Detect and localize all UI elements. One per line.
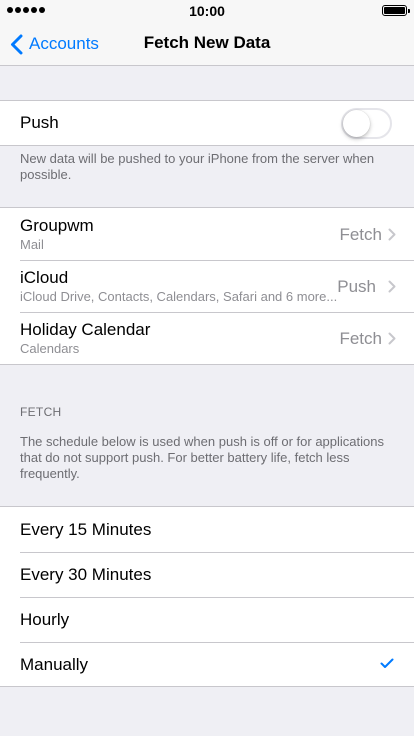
chevron-right-icon (388, 332, 396, 345)
account-row-holiday-calendar[interactable]: Holiday Calendar Calendars Fetch (0, 312, 414, 364)
fetch-option-hourly[interactable]: Hourly (0, 597, 414, 642)
chevron-right-icon (388, 280, 396, 293)
checkmark-icon (380, 658, 394, 668)
status-bar: 10:00 (0, 0, 414, 22)
chevron-left-icon (11, 34, 23, 54)
push-label: Push (20, 113, 59, 132)
account-name: iCloud (20, 268, 69, 287)
fetch-option-label: Every 30 Minutes (20, 565, 152, 584)
account-mode: Push (337, 277, 376, 296)
chevron-right-icon (388, 228, 396, 241)
fetch-header: FETCH (20, 405, 62, 419)
back-button[interactable]: Accounts (10, 22, 99, 66)
account-mode: Fetch (339, 329, 382, 348)
fetch-option-label: Hourly (20, 610, 70, 629)
fetch-options-group: Every 15 Minutes Every 30 Minutes Hourly… (0, 506, 414, 687)
navigation-bar: Accounts Fetch New Data (0, 22, 414, 66)
account-row-groupwm[interactable]: Groupwm Mail Fetch (0, 208, 414, 260)
accounts-group: Groupwm Mail Fetch iCloud Push iCloud Dr… (0, 207, 414, 365)
push-group: Push (0, 100, 414, 146)
account-mode: Fetch (339, 225, 382, 244)
fetch-option-label: Manually (20, 655, 89, 674)
push-toggle-knob (343, 110, 370, 137)
push-footer: New data will be pushed to your iPhone f… (20, 151, 375, 182)
status-time: 10:00 (189, 3, 225, 19)
push-toggle[interactable] (341, 108, 392, 139)
push-row: Push (0, 101, 414, 145)
fetch-option-every-15-minutes[interactable]: Every 15 Minutes (0, 507, 414, 552)
account-detail: Calendars (20, 341, 80, 356)
account-detail: Mail (20, 237, 44, 252)
fetch-option-every-30-minutes[interactable]: Every 30 Minutes (0, 552, 414, 597)
account-row-icloud[interactable]: iCloud Push iCloud Drive, Contacts, Cale… (0, 260, 414, 312)
account-name: Groupwm (20, 216, 94, 235)
fetch-footer: The schedule below is used when push is … (20, 434, 384, 481)
account-name: Holiday Calendar (20, 320, 151, 339)
back-button-label: Accounts (29, 34, 99, 53)
battery-icon (382, 5, 410, 16)
fetch-option-label: Every 15 Minutes (20, 520, 152, 539)
account-detail: iCloud Drive, Contacts, Calendars, Safar… (20, 289, 338, 304)
fetch-option-manually[interactable]: Manually (0, 642, 414, 686)
